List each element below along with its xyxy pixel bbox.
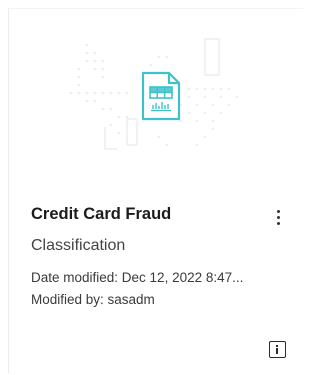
card-title[interactable]: Credit Card Fraud bbox=[31, 205, 171, 224]
thumbnail-background-pattern bbox=[69, 38, 239, 150]
kebab-menu-icon[interactable] bbox=[271, 207, 287, 227]
card-subtitle: Classification bbox=[31, 237, 126, 254]
info-icon[interactable] bbox=[269, 341, 286, 358]
date-modified: Date modified: Dec 12, 2022 8:47... bbox=[31, 270, 244, 285]
card-thumbnail bbox=[9, 9, 304, 199]
modified-by: Modified by: sasadm bbox=[31, 292, 155, 307]
spreadsheet-chart-icon bbox=[141, 71, 181, 121]
project-card[interactable]: Credit Card Fraud Classification Date mo… bbox=[8, 8, 303, 373]
